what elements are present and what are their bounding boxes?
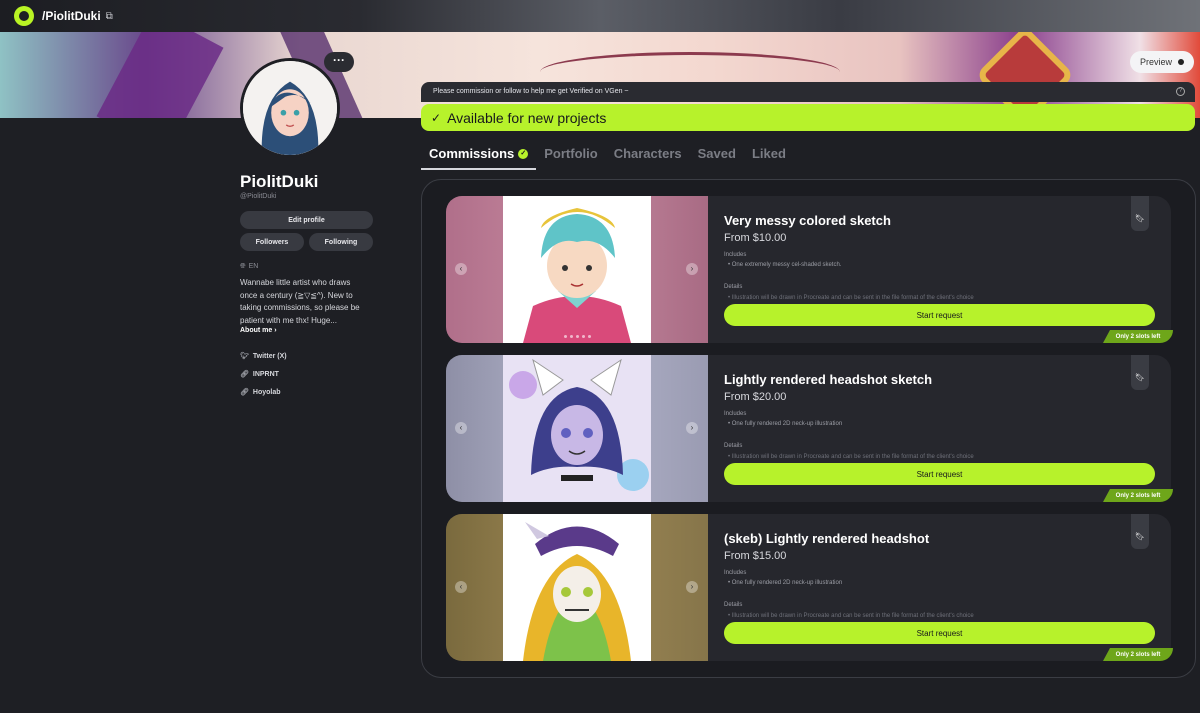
verified-check-icon: ✓ bbox=[518, 148, 529, 159]
profile-bio: Wannabe little artist who draws once a c… bbox=[240, 278, 360, 325]
commission-card[interactable]: ‹ › Very messy colored sketch From $10.0… bbox=[446, 196, 1173, 343]
commission-title[interactable]: (skeb) Lightly rendered headshot bbox=[724, 531, 929, 546]
commission-price: From $10.00 bbox=[724, 232, 787, 244]
bookmark-icon[interactable]: 🔖︎ bbox=[1131, 196, 1149, 231]
card-gallery[interactable]: ‹ › bbox=[446, 355, 708, 502]
start-request-button[interactable]: Start request bbox=[724, 622, 1155, 644]
language-label: EN bbox=[248, 263, 259, 270]
commission-card[interactable]: ‹ › (skeb) Lightly rendered headshot Fro… bbox=[446, 514, 1173, 661]
gallery-next-button[interactable]: › bbox=[686, 422, 698, 434]
language-indicator: 🌐︎ EN bbox=[240, 263, 258, 271]
gallery-prev-button[interactable]: ‹ bbox=[455, 422, 467, 434]
card-gallery[interactable]: ‹ › bbox=[446, 196, 708, 343]
tab-portfolio[interactable]: Portfolio bbox=[536, 146, 605, 170]
edit-profile-button[interactable]: Edit profile bbox=[240, 211, 373, 229]
slots-badge: Only 2 slots left bbox=[1103, 489, 1173, 502]
commission-title[interactable]: Lightly rendered headshot sketch bbox=[724, 372, 932, 387]
copy-icon[interactable]: ⧉ bbox=[106, 11, 113, 22]
slots-badge: Only 2 slots left bbox=[1103, 330, 1173, 343]
includes-item: • One fully rendered 2D neck-up illustra… bbox=[728, 580, 843, 586]
profile-tabs: Commissions ✓ Portfolio Characters Saved… bbox=[421, 146, 794, 170]
preview-label: Preview bbox=[1139, 57, 1172, 67]
following-button[interactable]: Following bbox=[309, 233, 373, 251]
commission-artwork bbox=[503, 196, 651, 343]
gallery-next-button[interactable]: › bbox=[686, 581, 698, 593]
tab-saved[interactable]: Saved bbox=[690, 146, 744, 170]
start-request-button[interactable]: Start request bbox=[724, 463, 1155, 485]
commission-artwork bbox=[503, 514, 651, 661]
details-item: • Illustration will be drawn in Procreat… bbox=[728, 613, 974, 617]
details-item: • Illustration will be drawn in Procreat… bbox=[728, 454, 974, 458]
user-handle: @PiolitDuki bbox=[240, 193, 277, 200]
gallery-prev-button[interactable]: ‹ bbox=[455, 581, 467, 593]
availability-text: Available for new projects bbox=[447, 109, 607, 126]
availability-banner: ✓ Available for new projects bbox=[421, 104, 1195, 131]
commission-card[interactable]: ‹ › Lightly rendered headshot sketch Fro… bbox=[446, 355, 1173, 502]
details-label: Details bbox=[724, 284, 743, 290]
details-label: Details bbox=[724, 602, 743, 608]
display-name: PiolitDuki bbox=[240, 172, 319, 191]
commission-price: From $15.00 bbox=[724, 550, 787, 562]
help-icon[interactable]: ? bbox=[1176, 87, 1185, 96]
commission-artwork bbox=[503, 355, 651, 502]
bookmark-icon[interactable]: 🔖︎ bbox=[1131, 355, 1149, 390]
twitter-icon: 🐦︎ bbox=[240, 353, 249, 360]
top-nav: /PiolitDuki ⧉ bbox=[0, 0, 1200, 32]
avatar bbox=[240, 58, 340, 158]
social-link-label: Twitter (X) bbox=[252, 352, 287, 360]
tab-liked[interactable]: Liked bbox=[744, 146, 794, 170]
link-icon: 🔗︎ bbox=[240, 389, 249, 396]
card-gallery[interactable]: ‹ › bbox=[446, 514, 708, 661]
tab-label: Commissions bbox=[429, 146, 515, 161]
social-link-label: Hoyolab bbox=[252, 388, 281, 396]
gallery-next-button[interactable]: › bbox=[686, 263, 698, 275]
details-item: • Illustration will be drawn in Procreat… bbox=[728, 295, 974, 299]
social-link-hoyolab[interactable]: 🔗︎ Hoyolab bbox=[240, 388, 281, 397]
includes-item: • One extremely messy cel-shaded sketch. bbox=[728, 262, 842, 268]
slots-badge: Only 2 slots left bbox=[1103, 648, 1173, 661]
start-request-button[interactable]: Start request bbox=[724, 304, 1155, 326]
bookmark-icon[interactable]: 🔖︎ bbox=[1131, 514, 1149, 549]
preview-dot-icon bbox=[1178, 59, 1184, 65]
includes-item: • One fully rendered 2D neck-up illustra… bbox=[728, 421, 843, 427]
tab-commissions[interactable]: Commissions ✓ bbox=[421, 146, 537, 170]
gallery-dots bbox=[564, 335, 591, 338]
vgen-logo-icon[interactable] bbox=[14, 6, 34, 26]
includes-label: Includes bbox=[724, 252, 747, 258]
preview-button[interactable]: Preview bbox=[1130, 51, 1194, 73]
verification-notice: Please commission or follow to help me g… bbox=[421, 82, 1195, 102]
check-icon: ✓ bbox=[431, 110, 442, 125]
social-link-twitter[interactable]: 🐦︎ Twitter (X) bbox=[240, 352, 287, 361]
social-link-label: INPRNT bbox=[252, 370, 279, 378]
verification-text: Please commission or follow to help me g… bbox=[433, 88, 629, 95]
tab-characters[interactable]: Characters bbox=[606, 146, 690, 170]
nav-handle[interactable]: /PiolitDuki bbox=[42, 9, 101, 23]
social-link-inprnt[interactable]: 🔗︎ INPRNT bbox=[240, 370, 279, 379]
details-label: Details bbox=[724, 443, 743, 449]
includes-label: Includes bbox=[724, 411, 747, 417]
link-icon: 🔗︎ bbox=[240, 371, 249, 378]
followers-button[interactable]: Followers bbox=[240, 233, 304, 251]
gallery-prev-button[interactable]: ‹ bbox=[455, 263, 467, 275]
more-options-button[interactable]: ··· bbox=[324, 52, 354, 72]
about-me-link[interactable]: About me › bbox=[240, 327, 277, 334]
commission-price: From $20.00 bbox=[724, 391, 787, 403]
commission-title[interactable]: Very messy colored sketch bbox=[724, 213, 891, 228]
includes-label: Includes bbox=[724, 570, 747, 576]
globe-icon: 🌐︎ bbox=[240, 263, 246, 270]
